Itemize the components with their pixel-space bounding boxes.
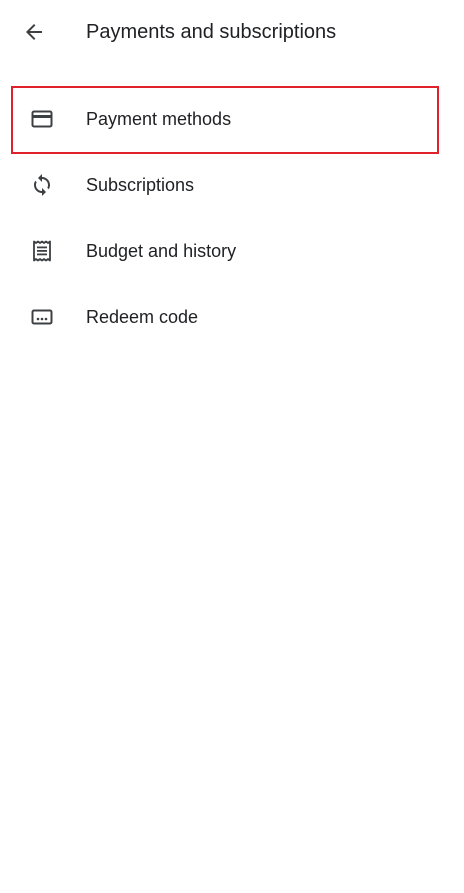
menu-item-label: Payment methods [86, 109, 232, 129]
receipt-icon [30, 239, 54, 263]
menu-item-payment-methods[interactable]: Payment methods [0, 86, 464, 152]
credit-card-icon [30, 107, 54, 131]
menu-item-label: Budget and history [86, 241, 237, 261]
arrow-back-icon [22, 20, 46, 44]
menu-item-budget-and-history[interactable]: Budget and history [0, 218, 464, 284]
menu-item-subscriptions[interactable]: Subscriptions [0, 152, 464, 218]
menu-item-redeem-code[interactable]: Redeem code [0, 284, 464, 350]
sync-icon [30, 173, 54, 197]
redeem-code-icon [30, 305, 54, 329]
menu-item-label: Redeem code [86, 307, 199, 327]
menu-list: Payment methods Subscriptions Budget and… [0, 86, 464, 350]
back-button[interactable] [14, 12, 54, 52]
page-title: Payments and subscriptions [86, 21, 337, 43]
app-bar: Payments and subscriptions [0, 0, 464, 64]
menu-item-label: Subscriptions [86, 175, 195, 195]
